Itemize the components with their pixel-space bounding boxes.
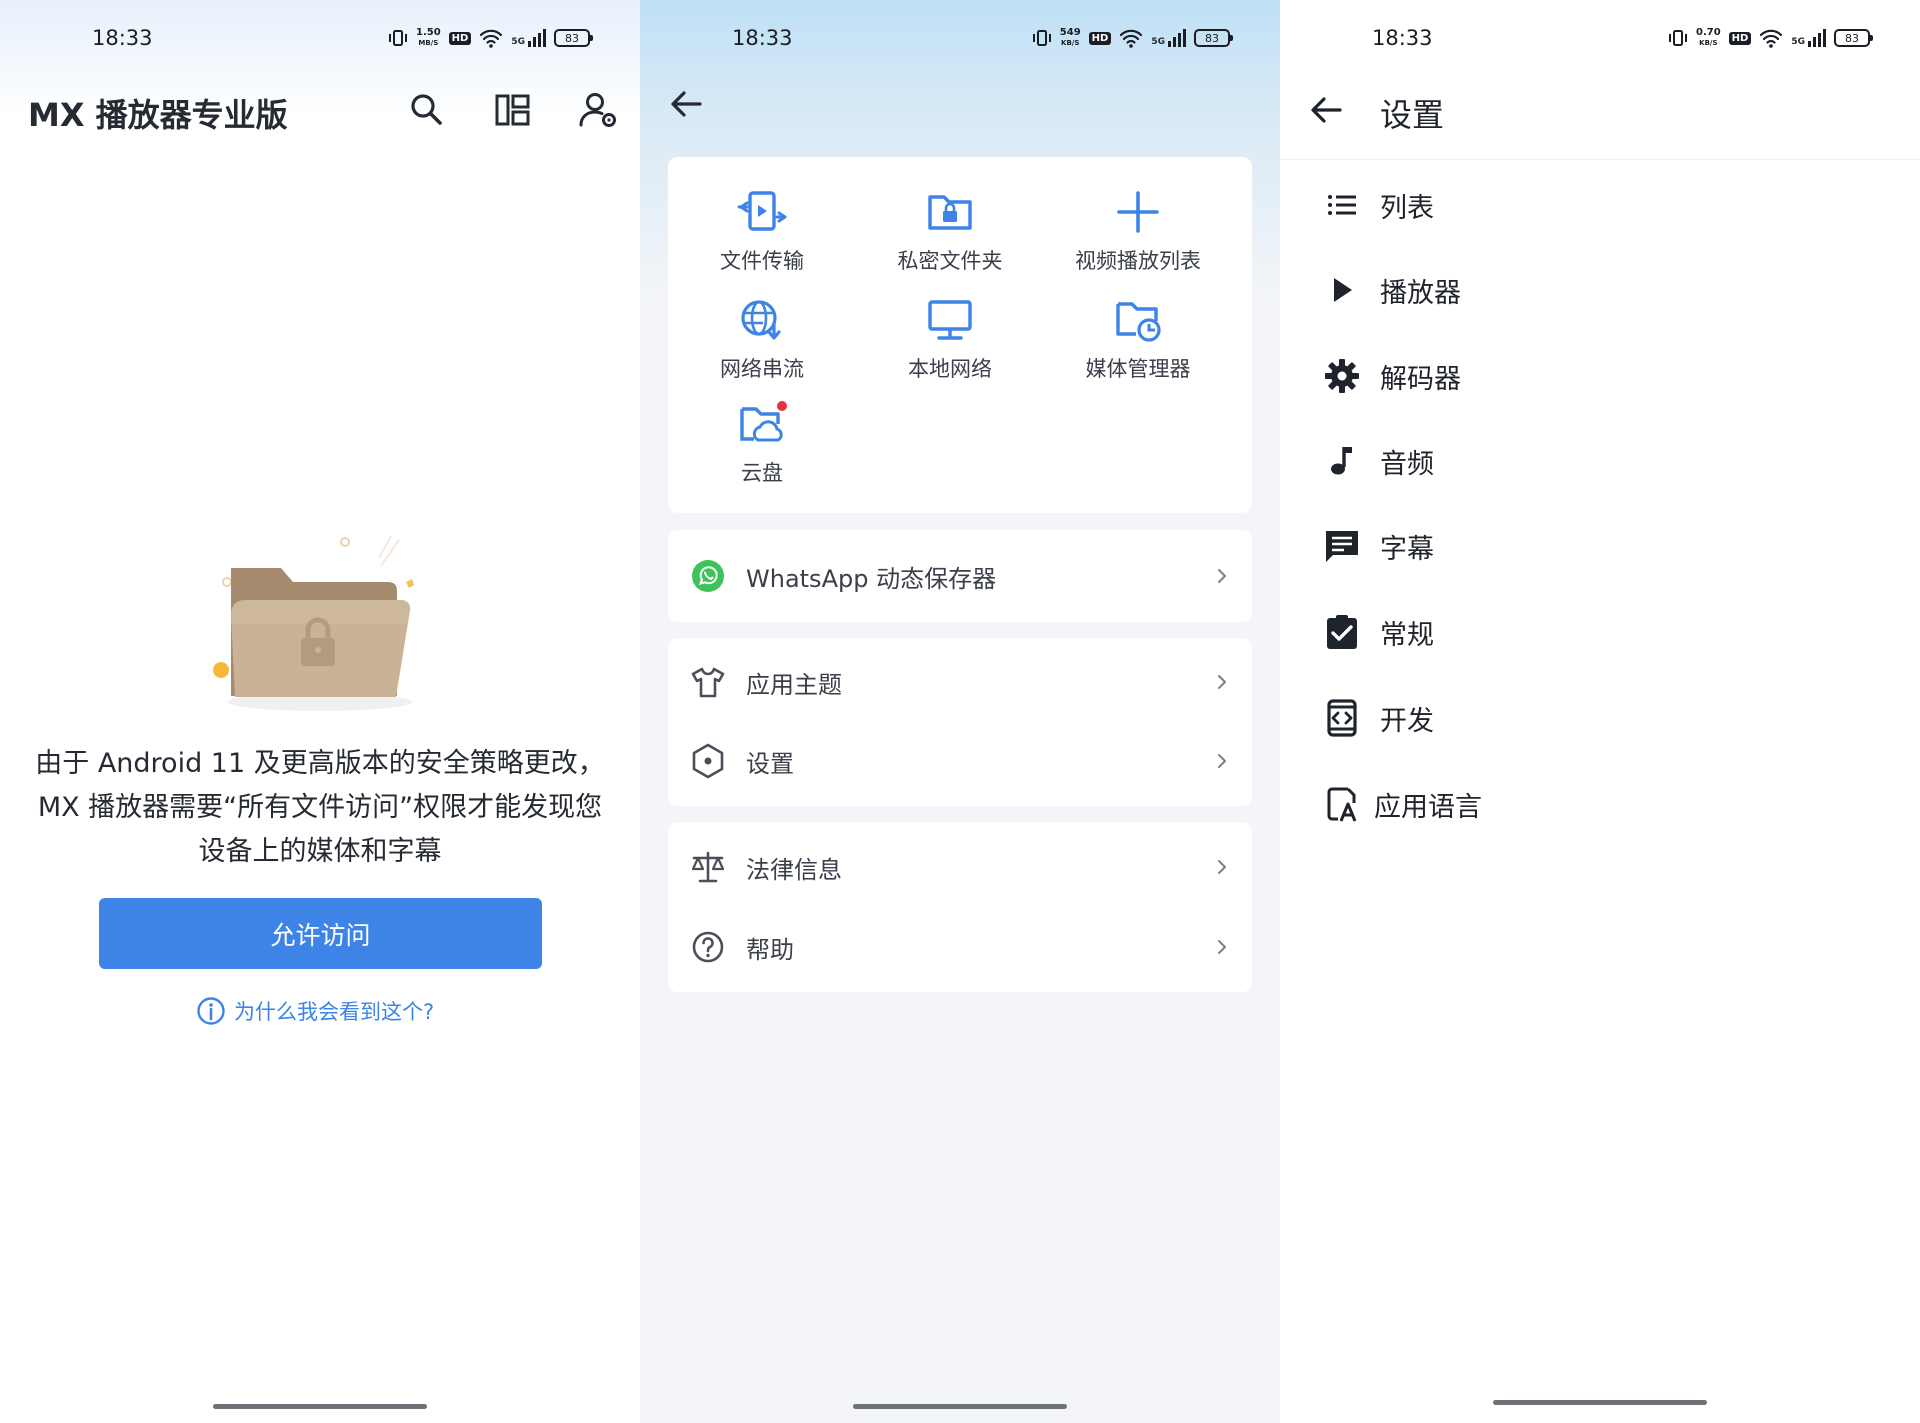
hd-badge: HD [448,31,472,45]
account-settings-icon[interactable] [578,90,618,130]
why-link[interactable]: 为什么我会看到这个? [196,996,434,1026]
vibrate-icon [1032,30,1051,46]
hd-badge: HD [1088,31,1112,45]
battery-icon: 83 [1194,29,1233,47]
clipboard-check-icon [1327,615,1357,649]
hd-badge: HD [1728,31,1752,45]
grid-item-private-folder[interactable]: 私密文件夹 [856,189,1044,275]
screen-settings: 18:33 0.70 KB/S HD 5G 83 设置 列表 播放器 解码器 音… [1280,0,1920,1423]
settings-item-player[interactable]: 播放器 [1322,260,1461,320]
settings-item-audio[interactable]: 音频 [1322,431,1434,491]
net-speed: 549 KB/S [1059,27,1081,48]
settings-item-decoder[interactable]: 解码器 [1322,346,1461,406]
locked-folder-illustration [213,535,414,711]
plus-icon [1117,191,1159,233]
media-manager-icon [1116,302,1161,342]
play-icon [1334,278,1352,302]
menu-item-label: 应用主题 [746,670,842,699]
status-time: 18:33 [1372,26,1433,50]
back-arrow-icon[interactable] [668,86,704,122]
developer-icon [1327,699,1357,737]
preferences-card: 应用主题 设置 [668,638,1252,806]
settings-item-developer[interactable]: 开发 [1322,688,1434,748]
network-stream-icon [741,300,781,340]
settings-item-general[interactable]: 常规 [1322,602,1434,662]
menu-item-theme[interactable]: 应用主题 [668,643,1252,721]
help-icon [692,931,724,963]
vibrate-icon [388,30,407,46]
language-icon [1327,787,1357,822]
settings-item-language[interactable]: 应用语言 [1322,774,1482,834]
private-folder-icon [928,195,972,230]
chevron-right-icon [1218,675,1226,689]
menu-item-settings[interactable]: 设置 [668,722,1252,800]
settings-item-subtitle[interactable]: 字幕 [1322,516,1434,576]
wifi-icon [480,29,503,48]
status-bar: 18:33 1.50 MB/S HD 5G 83 [0,22,640,62]
permission-message: 由于 Android 11 及更高版本的安全策略更改，MX 播放器需要“所有文件… [35,748,605,867]
tools-card: 文件传输 私密文件夹 视频播放列表 网络串流 本地网络 媒体管理器 云盘 [668,157,1252,513]
shirt-icon [691,667,725,698]
menu-item-label: WhatsApp 动态保存器 [746,564,997,593]
wifi-icon [1120,29,1143,48]
status-time: 18:33 [92,26,153,50]
status-bar: 18:33 0.70 KB/S HD 5G 83 [1280,22,1920,62]
cloud-folder-icon [740,401,787,442]
home-indicator[interactable] [213,1404,427,1409]
settings-item-list[interactable]: 列表 [1322,175,1434,235]
info-card: 法律信息 帮助 [668,822,1252,992]
list-icon [1328,195,1356,215]
menu-item-label: 法律信息 [746,855,842,884]
battery-icon: 83 [554,29,593,47]
status-bar: 18:33 549 KB/S HD 5G 83 [640,22,1280,62]
header-divider [1280,159,1920,160]
chevron-right-icon [1218,754,1226,768]
screen-menu: 18:33 549 KB/S HD 5G 83 文件传输 私密文件夹 视频播放列… [640,0,1280,1423]
subtitle-icon [1326,531,1358,562]
app-title: MX 播放器专业版 [28,96,288,134]
wifi-icon [1760,29,1783,48]
screen-permission: 18:33 1.50 MB/S HD 5G 83 MX 播放器专业版 由于 An… [0,0,640,1423]
chevron-right-icon [1218,940,1226,954]
net-speed: 0.70 KB/S [1695,27,1721,48]
grid-item-media-manager[interactable]: 媒体管理器 [1044,297,1232,383]
back-arrow-icon[interactable] [1308,92,1344,128]
chevron-right-icon [1218,860,1226,874]
music-note-icon [1331,447,1352,475]
page-title: 设置 [1380,96,1445,134]
signal-icon: 5G [1151,29,1186,47]
scale-icon [691,851,725,883]
menu-item-whatsapp[interactable]: WhatsApp 动态保存器 [668,537,1252,615]
grid-item-local-network[interactable]: 本地网络 [856,297,1044,383]
hexagon-settings-icon [692,743,724,779]
allow-access-button[interactable]: 允许访问 [99,898,542,969]
net-speed: 1.50 MB/S [415,27,441,48]
vibrate-icon [1668,30,1687,46]
menu-item-label: 设置 [746,749,794,778]
info-icon [197,997,225,1025]
menu-item-label: 帮助 [746,935,794,964]
whatsapp-icon [692,560,724,592]
grid-item-cloud[interactable]: 云盘 [668,401,856,487]
why-link-label: 为什么我会看到这个? [234,1000,435,1024]
home-indicator[interactable] [1493,1400,1707,1405]
layout-icon[interactable] [493,90,533,130]
grid-item-file-transfer[interactable]: 文件传输 [668,189,856,275]
signal-icon: 5G [511,29,546,47]
home-indicator[interactable] [853,1404,1067,1409]
status-time: 18:33 [732,26,793,50]
menu-item-legal[interactable]: 法律信息 [668,828,1252,906]
signal-icon: 5G [1791,29,1826,47]
menu-item-help[interactable]: 帮助 [668,908,1252,986]
monitor-icon [928,300,972,340]
file-transfer-icon [737,191,787,231]
grid-item-network-stream[interactable]: 网络串流 [668,297,856,383]
battery-icon: 83 [1834,29,1873,47]
gear-icon [1325,359,1359,393]
chevron-right-icon [1218,569,1226,583]
search-icon[interactable] [406,90,446,130]
grid-item-video-playlist[interactable]: 视频播放列表 [1044,189,1232,275]
whatsapp-card: WhatsApp 动态保存器 [668,530,1252,622]
